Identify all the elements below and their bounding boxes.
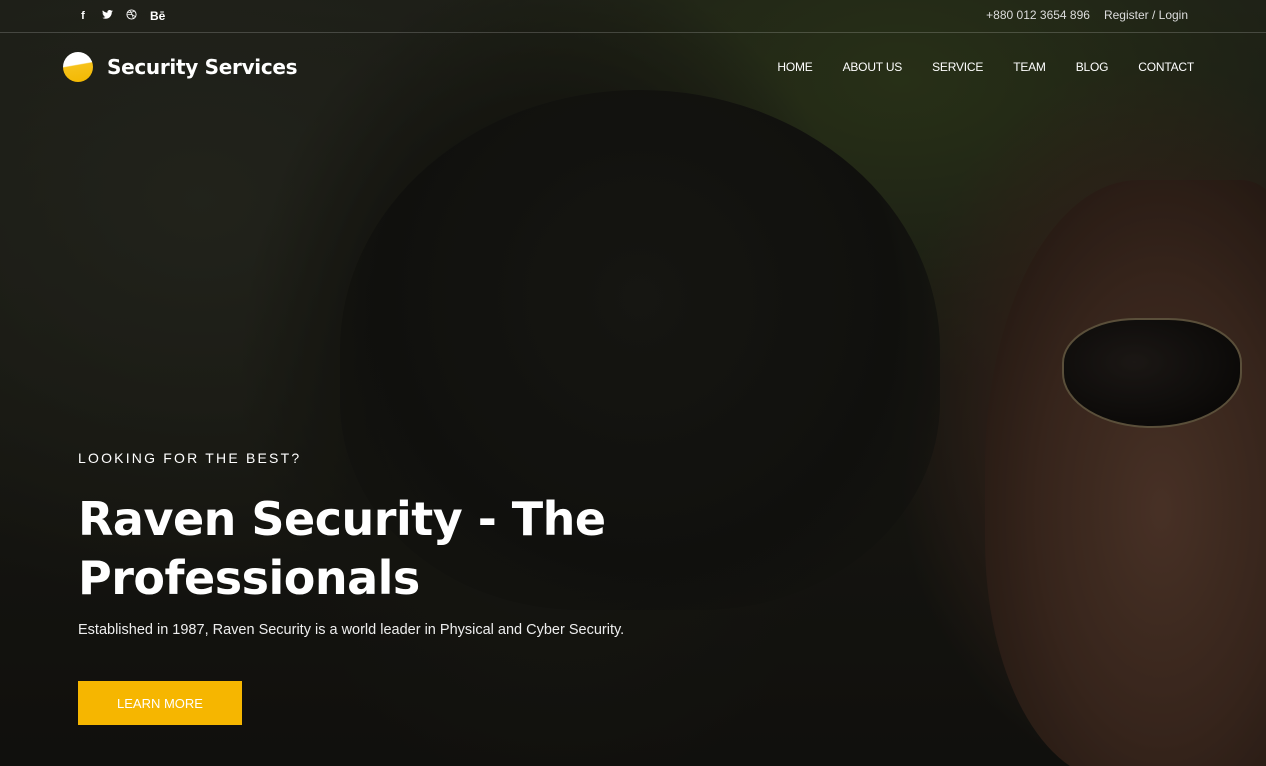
nav-team[interactable]: TEAM <box>1013 60 1046 74</box>
facebook-icon[interactable]: f <box>76 10 90 22</box>
site-logo[interactable]: Security Services <box>63 52 298 82</box>
twitter-icon[interactable] <box>100 9 114 22</box>
top-bar-contact: +880 012 3654 896 Register / Login <box>986 8 1188 22</box>
logo-text: Security Services <box>107 55 298 79</box>
hero-title: Raven Security - The Professionals <box>78 490 778 608</box>
top-bar: f Bē +880 012 3654 896 Register / Login <box>0 0 1266 33</box>
main-navigation: HOME ABOUT US SERVICE TEAM BLOG CONTACT <box>777 60 1194 74</box>
logo-icon <box>63 52 93 82</box>
behance-icon[interactable]: Bē <box>150 9 165 23</box>
nav-about-us[interactable]: ABOUT US <box>843 60 903 74</box>
hero-content: LOOKING FOR THE BEST? Raven Security - T… <box>78 450 778 638</box>
nav-contact[interactable]: CONTACT <box>1138 60 1194 74</box>
nav-blog[interactable]: BLOG <box>1076 60 1109 74</box>
hero-description: Established in 1987, Raven Security is a… <box>78 622 625 638</box>
dribbble-icon[interactable] <box>124 9 138 23</box>
nav-home[interactable]: HOME <box>777 60 812 74</box>
register-login-link[interactable]: Register / Login <box>1104 8 1188 22</box>
social-links: f Bē <box>76 9 165 23</box>
hero-overlay <box>0 0 1266 766</box>
phone-number[interactable]: +880 012 3654 896 <box>986 8 1090 22</box>
hero-eyebrow: LOOKING FOR THE BEST? <box>78 450 302 466</box>
learn-more-button[interactable]: LEARN MORE <box>78 681 242 725</box>
nav-service[interactable]: SERVICE <box>932 60 983 74</box>
hero-title-line-2: Professionals <box>78 551 420 605</box>
hero-title-line-1: Raven Security - The <box>78 492 606 546</box>
